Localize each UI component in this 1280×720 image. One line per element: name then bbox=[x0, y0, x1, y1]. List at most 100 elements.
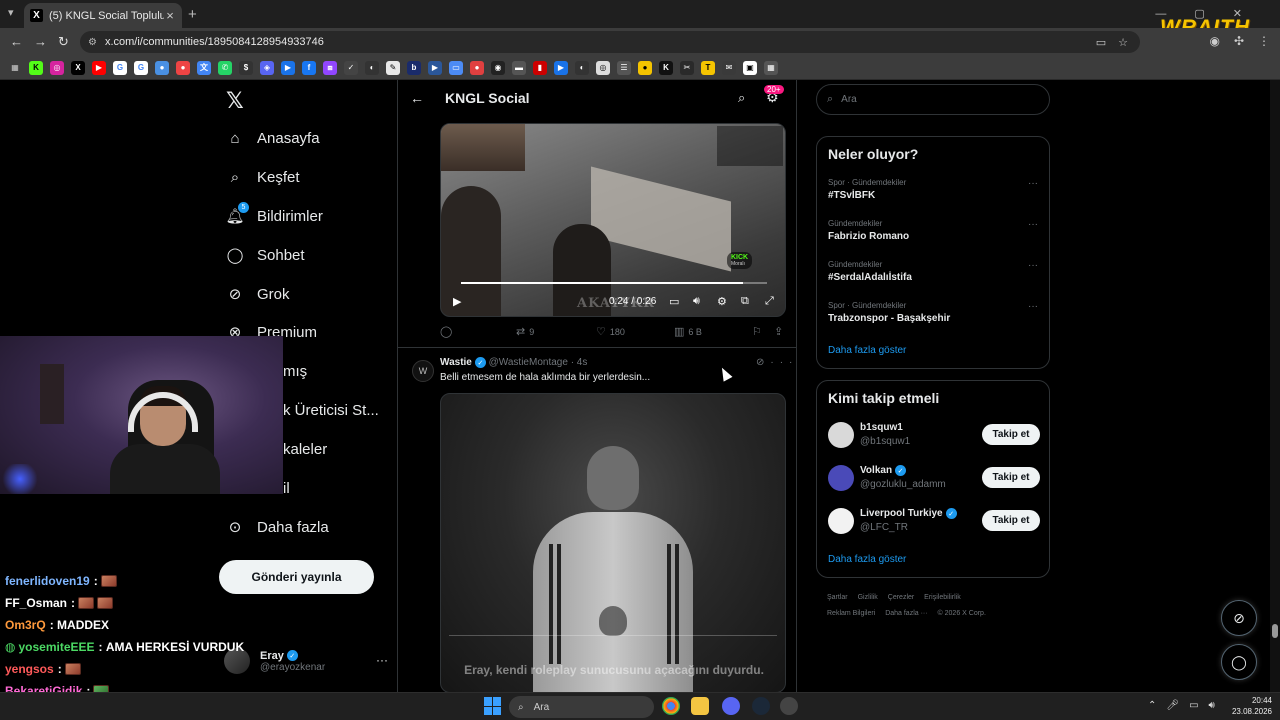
bookmark-icon[interactable]: ▶ bbox=[281, 60, 295, 75]
new-tab-icon[interactable]: + bbox=[188, 6, 197, 23]
bookmark-x-icon[interactable]: X bbox=[71, 60, 85, 75]
video-player[interactable]: Eray, kendi roleplay sunucusunu açacağın… bbox=[440, 393, 786, 692]
avatar[interactable]: W bbox=[412, 360, 434, 382]
show-more-link[interactable]: Daha fazla göster bbox=[828, 554, 906, 565]
bookmark-facebook-icon[interactable]: f bbox=[302, 60, 316, 75]
bookmark-icon[interactable]: ✂ bbox=[680, 60, 694, 75]
bookmark-icon[interactable]: b bbox=[407, 60, 421, 75]
follow-button[interactable]: Takip et bbox=[982, 424, 1040, 445]
nav-item-chat[interactable]: ◯ Sohbet bbox=[226, 240, 305, 270]
account-switcher[interactable]: Eray ✓ @erayozkenar ··· bbox=[224, 643, 388, 679]
grok-icon[interactable]: ⊘ bbox=[756, 357, 770, 368]
bookmark-icon[interactable]: ▮ bbox=[533, 60, 547, 75]
bookmark-icon[interactable]: ✓ bbox=[344, 60, 358, 75]
more-dots-icon[interactable]: ··· bbox=[1028, 260, 1038, 271]
trend-item[interactable]: Spor · Gündemdekiler #TSvİBFK ··· bbox=[828, 178, 1038, 201]
windows-start-icon[interactable] bbox=[484, 697, 502, 715]
reply-button[interactable]: ◯ bbox=[440, 325, 456, 338]
nav-item-articles[interactable]: kaleler bbox=[283, 434, 327, 464]
follow-suggestion[interactable]: Volkan ✓ @gozluklu_adamm Takip et bbox=[828, 463, 1040, 493]
bookmark-translate-icon[interactable]: 文 bbox=[197, 60, 211, 75]
nav-item-explore[interactable]: ⌕ Keşfet bbox=[226, 162, 300, 192]
url-text[interactable]: x.com/i/communities/1895084128954933746 bbox=[105, 36, 1096, 48]
more-dots-icon[interactable]: ··· bbox=[770, 357, 796, 368]
back-arrow-icon[interactable]: ← bbox=[410, 90, 424, 106]
bookmark-icon[interactable]: ✉ bbox=[722, 60, 736, 75]
video-player[interactable]: KICK Moralı AKAYYKR ▶ 0:24 / 0:26 ▭ 🔊︎ ⚙… bbox=[440, 123, 786, 317]
page-scrollbar[interactable] bbox=[1270, 80, 1280, 692]
bookmark-icon[interactable]: ◐ bbox=[575, 60, 589, 75]
puzzle-extensions-icon[interactable]: ✣ bbox=[1234, 34, 1244, 48]
follow-button[interactable]: Takip et bbox=[982, 510, 1040, 531]
site-info-icon[interactable]: ⚙ bbox=[88, 37, 97, 48]
footer-link[interactable]: Reklam Bilgileri bbox=[827, 610, 875, 617]
file-explorer-icon[interactable] bbox=[691, 697, 709, 715]
address-bar[interactable]: ⚙ x.com/i/communities/189508412895493374… bbox=[80, 31, 1140, 53]
follow-button[interactable]: Takip et bbox=[982, 467, 1040, 488]
steam-app-icon[interactable] bbox=[752, 697, 770, 715]
play-icon[interactable]: ▶ bbox=[453, 295, 461, 308]
video-progress-bar[interactable] bbox=[461, 282, 767, 284]
bookmark-icon[interactable]: ● bbox=[470, 60, 484, 75]
bookmark-icon[interactable]: T bbox=[701, 60, 715, 75]
more-dots-icon[interactable]: ··· bbox=[1028, 219, 1038, 230]
menu-dots-icon[interactable]: ⋮ bbox=[1258, 34, 1270, 48]
system-tray[interactable]: ⌃🎤︎▭🔊︎ bbox=[1148, 700, 1225, 711]
app-icon[interactable] bbox=[780, 697, 798, 715]
footer-link[interactable]: Çerezler bbox=[888, 594, 914, 601]
bookmark-icon[interactable]: ◉ bbox=[491, 60, 505, 75]
bookmark-google-2-icon[interactable]: G bbox=[134, 60, 148, 75]
trend-item[interactable]: Gündemdekiler Fabrizio Romano ··· bbox=[828, 219, 1038, 242]
avatar[interactable] bbox=[828, 422, 854, 448]
search-icon[interactable]: ⌕ bbox=[738, 90, 745, 106]
avatar[interactable] bbox=[828, 508, 854, 534]
video-progress-bar[interactable] bbox=[449, 635, 777, 636]
messages-fab-icon[interactable]: ◯ bbox=[1221, 644, 1257, 680]
nav-item-creator-studio[interactable]: k Üreticisi St... bbox=[283, 395, 379, 425]
nav-item-home[interactable]: ⌂ Anasayfa bbox=[226, 123, 319, 153]
avatar[interactable] bbox=[828, 465, 854, 491]
tweet-author-handle[interactable]: @WastieMontage bbox=[489, 357, 568, 368]
bookmark-icon[interactable]: ◈ bbox=[260, 60, 274, 75]
tab-close-icon[interactable]: × bbox=[164, 8, 176, 23]
grok-fab-icon[interactable]: ⊘ bbox=[1221, 600, 1257, 636]
pip-icon[interactable]: ⧉ bbox=[741, 295, 749, 308]
more-dots-icon[interactable]: ··· bbox=[376, 653, 388, 667]
follow-suggestion[interactable]: b1squw1 @b1squw1 Takip et bbox=[828, 420, 1040, 450]
volume-icon[interactable]: 🔊︎ bbox=[693, 295, 700, 308]
forward-arrow-icon[interactable]: → bbox=[34, 34, 47, 49]
bookmark-kick-icon[interactable]: K bbox=[29, 60, 43, 75]
views-button[interactable]: ▥ 6 B bbox=[674, 325, 702, 338]
nav-item-profile[interactable]: il bbox=[283, 473, 290, 503]
bookmark-instagram-icon[interactable]: ◎ bbox=[50, 60, 64, 75]
bookmark-button[interactable]: ⚐ bbox=[752, 325, 762, 338]
footer-link[interactable]: Daha fazla ··· bbox=[885, 610, 927, 617]
bookmark-icon[interactable]: ✎ bbox=[386, 60, 400, 75]
bookmark-icon[interactable]: ▭ bbox=[449, 60, 463, 75]
bookmark-icon[interactable]: ◐ bbox=[365, 60, 379, 75]
search-input[interactable]: ⌕ Ara bbox=[816, 84, 1050, 115]
bookmark-icon[interactable]: ● bbox=[176, 60, 190, 75]
footer-link[interactable]: Gizlilik bbox=[858, 594, 878, 601]
chrome-app-icon[interactable] bbox=[662, 697, 680, 715]
bookmark-icon[interactable]: $ bbox=[239, 60, 253, 75]
nav-item-more[interactable]: ⊙ Daha fazla bbox=[226, 512, 329, 542]
bookmark-google-icon[interactable]: G bbox=[113, 60, 127, 75]
share-button[interactable]: ⇪ bbox=[774, 325, 783, 338]
taskbar-search[interactable]: ⌕ Ara bbox=[509, 696, 654, 718]
fullscreen-icon[interactable]: ⤢ bbox=[765, 295, 774, 308]
scrollbar-thumb[interactable] bbox=[1272, 624, 1278, 638]
nav-item-grok[interactable]: ⊘ Grok bbox=[226, 279, 290, 309]
retweet-button[interactable]: ⇄ 9 bbox=[516, 325, 534, 338]
show-more-link[interactable]: Daha fazla göster bbox=[828, 345, 906, 356]
back-arrow-icon[interactable]: ← bbox=[10, 34, 23, 49]
footer-link[interactable]: Şartlar bbox=[827, 594, 848, 601]
extension-icon[interactable]: ◉ bbox=[1209, 34, 1219, 48]
bookmark-icon[interactable]: ▣ bbox=[743, 60, 757, 75]
follow-suggestion[interactable]: Liverpool Turkiye ✓ @LFC_TR Takip et bbox=[828, 506, 1040, 536]
discord-app-icon[interactable] bbox=[722, 697, 740, 715]
bookmark-icon[interactable]: ▦ bbox=[764, 60, 778, 75]
trend-item[interactable]: Spor · Gündemdekiler Trabzonspor - Başak… bbox=[828, 301, 1038, 324]
post-button[interactable]: Gönderi yayınla bbox=[219, 560, 374, 594]
apps-grid-icon[interactable]: ▦ bbox=[8, 60, 22, 75]
